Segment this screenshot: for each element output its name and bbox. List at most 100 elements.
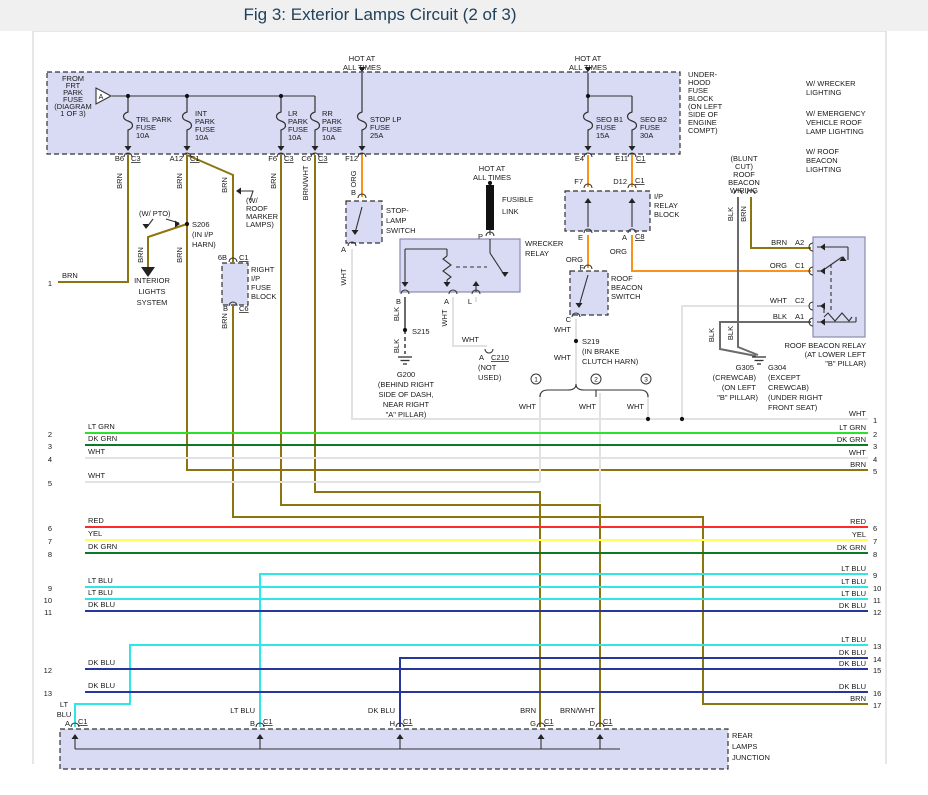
diagram-label: BEACON <box>611 283 643 292</box>
diagram-label: B6 <box>115 154 124 163</box>
wire-row-color-label: LT BLU <box>841 635 866 644</box>
diagram-label: LAMP <box>386 216 406 225</box>
wire-row-color-label: LT BLU <box>841 564 866 573</box>
diagram-label: SWITCH <box>386 226 416 235</box>
diagram-label: BRN <box>136 247 145 263</box>
wire-row-number: 7 <box>48 537 52 546</box>
wire-row-color-label: DK BLU <box>839 659 866 668</box>
wire-row-color-label: DK BLU <box>88 658 115 667</box>
wire-row-number: 13 <box>873 642 881 651</box>
diagram-label: LAMP LIGHTING <box>806 127 864 136</box>
diagram-label: BRN <box>739 206 748 222</box>
diagram-label: A <box>341 245 346 254</box>
component-box <box>346 201 382 243</box>
diagram-label: JUNCTION <box>732 753 770 762</box>
diagram-label: C2 <box>795 296 805 305</box>
junction-dot <box>646 417 650 421</box>
diagram-label: LT <box>60 700 69 709</box>
option-number: 2 <box>594 376 598 383</box>
diagram-label: B <box>223 304 228 313</box>
wire-row-color-label: LT BLU <box>841 589 866 598</box>
wire-row-color-label: RED <box>88 516 104 525</box>
diagram-label: WIRING <box>730 186 758 195</box>
wire-row-color-label: DK GRN <box>88 434 117 443</box>
diagram-label: "B" PILLAR) <box>717 393 758 402</box>
diagram-label: (ON LEFT <box>722 383 757 392</box>
diagram-label: NEAR RIGHT <box>383 400 430 409</box>
diagram-label: A <box>479 353 484 362</box>
diagram-label: C1 <box>544 717 554 726</box>
diagram-label: LIGHTS <box>138 287 165 296</box>
diagram-label: WHT <box>339 268 348 285</box>
diagram-label: REAR <box>732 731 753 740</box>
diagram-label: C3 <box>131 154 141 163</box>
wire-row-number: 7 <box>873 537 877 546</box>
diagram-label: F6 <box>268 154 277 163</box>
wire-row-number: 12 <box>873 608 881 617</box>
diagram-label: G <box>530 719 536 728</box>
wire-row-color-label: LT BLU <box>841 577 866 586</box>
diagram-label: LAMPS <box>732 742 757 751</box>
diagram-label: USED) <box>478 373 502 382</box>
diagram-label: L <box>468 297 472 306</box>
wire-row-number: 5 <box>48 479 52 488</box>
diagram-label: H <box>390 719 395 728</box>
diagram-label: D12 <box>613 177 627 186</box>
wire-row-color-label: DK BLU <box>839 648 866 657</box>
wire-row-number: 15 <box>873 666 881 675</box>
diagram-label: 10A <box>288 133 301 142</box>
diagram-label: 1 OF 3) <box>60 109 86 118</box>
diagram-label: ORG <box>349 170 358 187</box>
diagram-label: CLUTCH HARN) <box>582 357 639 366</box>
diagram-label: F12 <box>345 154 358 163</box>
wire-row-number: 4 <box>873 455 877 464</box>
wire-row-number: 9 <box>48 584 52 593</box>
diagram-label: SIDE OF DASH, <box>378 390 433 399</box>
diagram-label: ALL TIMES <box>569 63 607 72</box>
diagram-label: FRONT SEAT) <box>768 403 818 412</box>
diagram-label: BRN/WHT <box>560 706 595 715</box>
diagram-label: A12 <box>170 154 183 163</box>
diagram-label: C3 <box>284 154 294 163</box>
diagram-label: BRN <box>115 173 124 189</box>
diagram-label: 15A <box>596 131 609 140</box>
junction-dot <box>185 222 189 226</box>
wire-row-color-label: DK GRN <box>837 435 866 444</box>
diagram-label: I/P <box>654 192 663 201</box>
diagram-label: ORG <box>610 247 627 256</box>
wire-row-color-label: DK BLU <box>88 681 115 690</box>
diagram-label: RELAY <box>654 201 678 210</box>
wire-row-color-label: BRN <box>850 694 866 703</box>
wire-row-number: 8 <box>873 550 877 559</box>
junction-dot <box>279 94 283 98</box>
diagram-label: RELAY <box>525 249 549 258</box>
wire-row-color-label: YEL <box>88 529 102 538</box>
diagram-label: (BEHIND RIGHT <box>378 380 435 389</box>
wire-row-color-label: WHT <box>849 448 866 457</box>
diagram-label: ORG <box>770 261 787 270</box>
diagram-label: BRN <box>520 706 536 715</box>
wire-row-color-label: LT BLU <box>88 576 113 585</box>
diagram-label: S215 <box>412 327 430 336</box>
diagram-label: C1 <box>603 717 613 726</box>
diagram-label: VEHICLE ROOF <box>806 118 862 127</box>
diagram-label: BRN <box>220 313 229 329</box>
diagram-label: WHT <box>462 335 479 344</box>
wire-row-number: 10 <box>44 596 52 605</box>
diagram-label: BLOCK <box>251 292 276 301</box>
diagram-label: BLOCK <box>654 210 679 219</box>
wire-row-number: 13 <box>44 689 52 698</box>
diagram-label: BRN <box>175 173 184 189</box>
diagram-label: B <box>351 188 356 197</box>
diagram-label: 1 <box>48 279 52 288</box>
diagram-label: (UNDER RIGHT <box>768 393 823 402</box>
diagram-label: SYSTEM <box>137 298 168 307</box>
diagram-label: HARN) <box>192 240 216 249</box>
diagram-label: WHT <box>554 353 571 362</box>
diagram-label: INTERIOR <box>134 276 170 285</box>
wire-row-number: 11 <box>873 596 881 605</box>
junction-dot <box>126 94 130 98</box>
diagram-label: LIGHTING <box>806 165 842 174</box>
diagram-label: A1 <box>795 312 804 321</box>
diagram-label: BLK <box>773 312 787 321</box>
